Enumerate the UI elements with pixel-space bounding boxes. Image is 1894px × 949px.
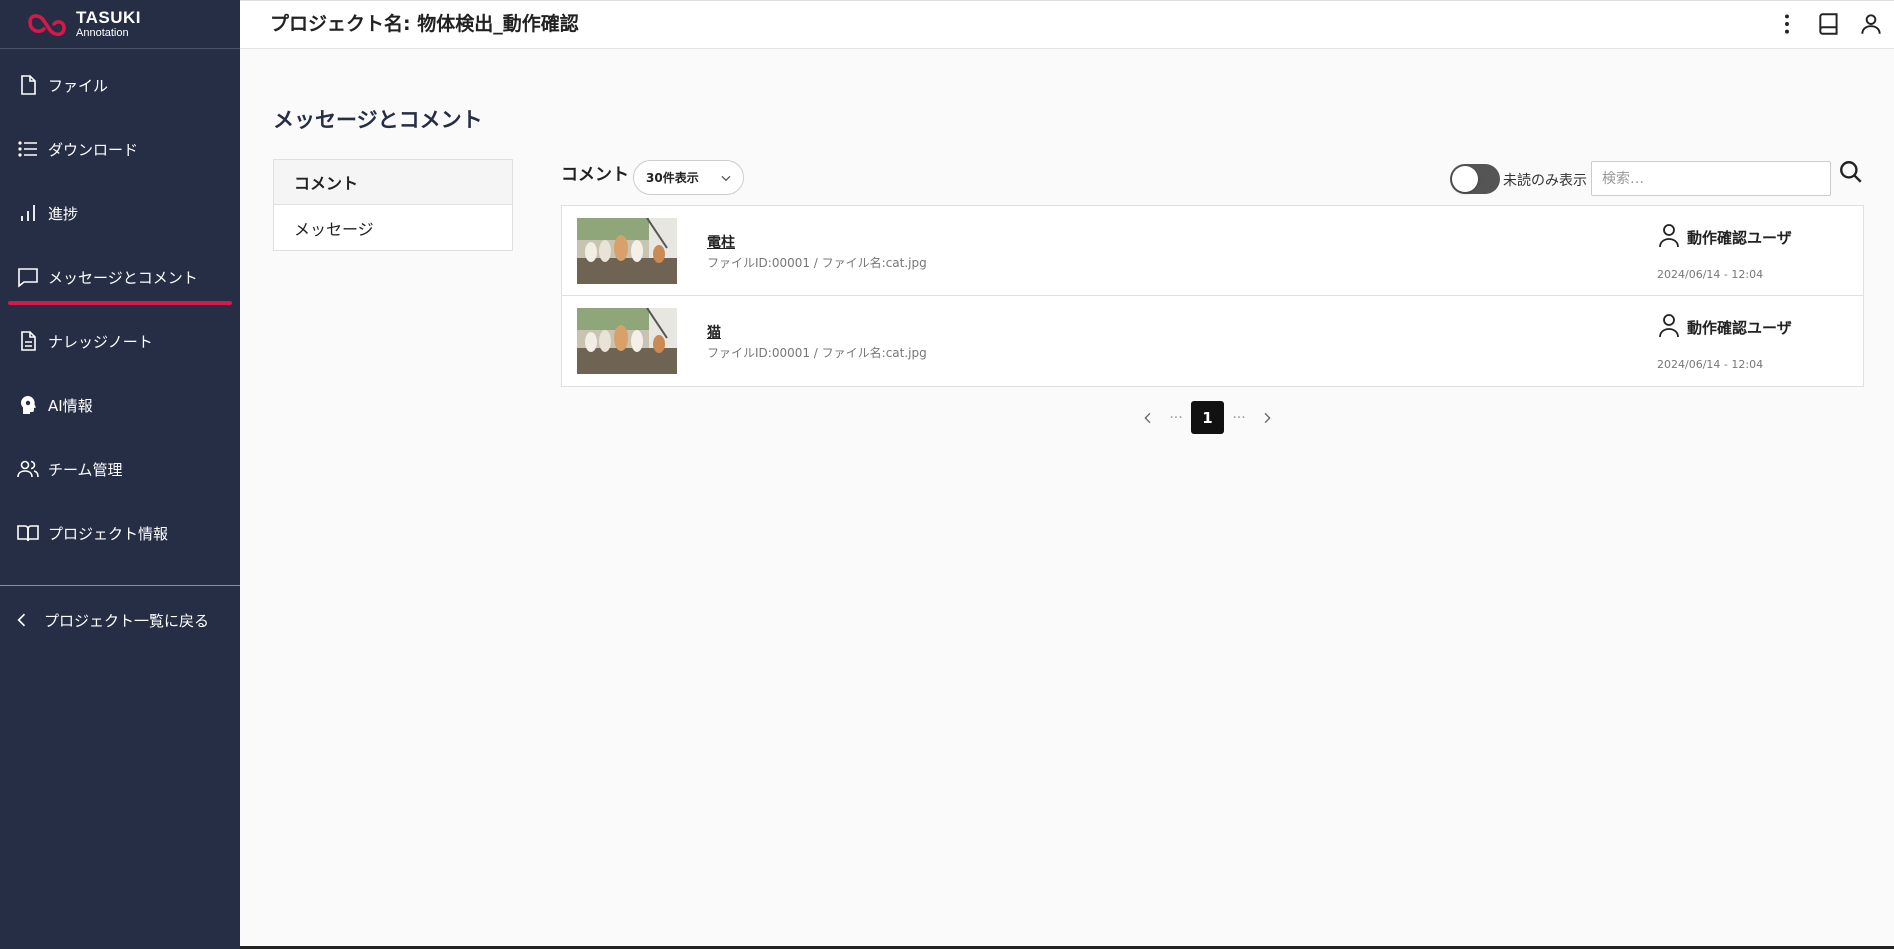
manual-button[interactable]	[1814, 9, 1844, 39]
logo[interactable]: TASUKI Annotation	[0, 0, 240, 49]
open-book-icon	[17, 525, 39, 542]
sidebar-divider	[0, 585, 240, 586]
logo-sub: Annotation	[76, 27, 129, 39]
chevron-down-icon	[721, 175, 731, 182]
chevron-left-icon	[17, 613, 26, 627]
more-menu-button[interactable]	[1772, 9, 1802, 39]
sidebar-item-label: ダウンロード	[48, 140, 139, 159]
unread-only-label: 未読のみ表示	[1503, 173, 1587, 189]
book-icon	[1819, 13, 1838, 35]
header: プロジェクト名: 物体検出_動作確認	[240, 0, 1894, 49]
logo-name: TASUKI	[76, 8, 142, 27]
comment-title-link[interactable]: 電柱	[707, 232, 735, 252]
unread-only-toggle[interactable]	[1450, 164, 1500, 194]
cat-photo-thumbnail	[577, 218, 677, 284]
list-item[interactable]: 猫 ファイルID:00001 / ファイル名:cat.jpg 動作確認ユーザ 2…	[562, 296, 1863, 386]
cat-photo-thumbnail	[577, 308, 677, 374]
user-icon	[1659, 224, 1679, 248]
user-icon	[1861, 14, 1881, 34]
comment-date: 2024/06/14 - 12:04	[1657, 358, 1764, 371]
author-name: 動作確認ユーザ	[1687, 319, 1792, 337]
header-actions	[1772, 9, 1886, 39]
comment-author: 動作確認ユーザ	[1657, 312, 1792, 338]
sidebar-item-label: ファイル	[48, 76, 109, 95]
user-icon	[1659, 314, 1679, 338]
next-page-button[interactable]	[1254, 405, 1280, 431]
tab-messages[interactable]: メッセージ	[274, 205, 512, 250]
project-title: プロジェクト名: 物体検出_動作確認	[270, 13, 579, 35]
sidebar-item-project-info[interactable]: プロジェクト情報	[0, 501, 240, 565]
pagination: ··· 1 ···	[1135, 401, 1280, 434]
list-heading: コメント	[561, 165, 629, 185]
tab-comments[interactable]: コメント	[274, 160, 512, 205]
chevron-right-icon	[1264, 412, 1271, 423]
thumbnail[interactable]	[577, 308, 677, 374]
sidebar-item-team[interactable]: チーム管理	[0, 437, 240, 501]
ai-head-icon	[21, 396, 36, 414]
comment-file-meta: ファイルID:00001 / ファイル名:cat.jpg	[707, 256, 927, 270]
sidebar-item-files[interactable]: ファイル	[0, 53, 240, 117]
pagination-ellipsis: ···	[1169, 409, 1183, 426]
team-icon	[17, 460, 39, 478]
search-icon[interactable]	[1838, 159, 1864, 185]
search-input[interactable]	[1591, 161, 1831, 196]
thumbnail[interactable]	[577, 218, 677, 284]
back-to-projects-link[interactable]: プロジェクト一覧に戻る	[0, 596, 240, 644]
sidebar: TASUKI Annotation ファイル ダウンロード 進捗 メッセージとコ…	[0, 0, 240, 949]
sidebar-item-download[interactable]: ダウンロード	[0, 117, 240, 181]
author-name: 動作確認ユーザ	[1687, 229, 1792, 247]
sidebar-item-label: AI情報	[48, 396, 93, 415]
chevron-left-icon	[1144, 412, 1151, 423]
comment-title-link[interactable]: 猫	[707, 322, 721, 342]
message-type-tabs: コメント メッセージ	[273, 159, 513, 251]
page-title: メッセージとコメント	[273, 108, 483, 132]
comment-list: 電柱 ファイルID:00001 / ファイル名:cat.jpg 動作確認ユーザ …	[561, 205, 1864, 387]
note-icon	[21, 331, 36, 351]
pagination-ellipsis: ···	[1232, 409, 1246, 426]
list-item[interactable]: 電柱 ファイルID:00001 / ファイル名:cat.jpg 動作確認ユーザ …	[562, 206, 1863, 296]
prev-page-button[interactable]	[1135, 405, 1161, 431]
more-vert-icon	[1785, 14, 1789, 34]
sidebar-item-label: 進捗	[48, 204, 79, 223]
sidebar-item-progress[interactable]: 進捗	[0, 181, 240, 245]
sidebar-item-messages[interactable]: メッセージとコメント	[0, 245, 240, 309]
per-page-select[interactable]: 30件表示	[633, 160, 744, 195]
list-icon	[18, 141, 37, 157]
toggle-knob	[1452, 166, 1478, 192]
comment-author: 動作確認ユーザ	[1657, 222, 1792, 248]
message-icon	[18, 268, 38, 288]
comment-date: 2024/06/14 - 12:04	[1657, 268, 1764, 281]
sidebar-item-knowledge[interactable]: ナレッジノート	[0, 309, 240, 373]
sidebar-item-label: ナレッジノート	[48, 332, 153, 351]
back-to-projects-label: プロジェクト一覧に戻る	[44, 611, 210, 630]
file-icon	[21, 75, 36, 95]
sidebar-item-label: チーム管理	[48, 460, 123, 479]
per-page-value: 30件表示	[646, 171, 699, 185]
sidebar-nav: ファイル ダウンロード 進捗 メッセージとコメント ナレッジノート AI情報 チ…	[0, 49, 240, 565]
comment-file-meta: ファイルID:00001 / ファイル名:cat.jpg	[707, 346, 927, 360]
page-button-current[interactable]: 1	[1191, 401, 1224, 434]
sidebar-item-label: メッセージとコメント	[48, 268, 198, 287]
sidebar-item-label: プロジェクト情報	[48, 524, 169, 543]
tasuki-logo-icon	[28, 14, 66, 36]
account-button[interactable]	[1856, 9, 1886, 39]
sidebar-item-ai-info[interactable]: AI情報	[0, 373, 240, 437]
bar-chart-icon	[21, 205, 35, 221]
